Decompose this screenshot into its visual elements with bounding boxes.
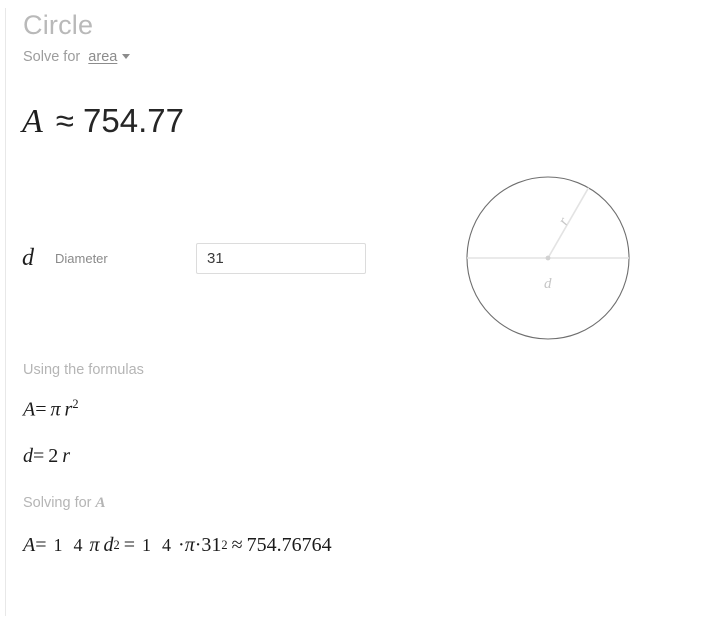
calculator-page: Circle Solve for area A ≈ 754.77 d Diamet… <box>0 0 721 626</box>
eq-dot-1: · <box>178 534 185 556</box>
solve-for-row: Solve for area <box>23 49 131 65</box>
solve-for-label: Solve for <box>23 49 81 65</box>
fraction-numerator: 1 <box>53 535 63 555</box>
eq-lhs: A <box>23 534 36 556</box>
circle-diagram: r d <box>450 160 650 360</box>
fraction-numerator: 1 <box>142 535 152 555</box>
chevron-down-icon[interactable] <box>122 54 131 59</box>
formula-diameter-r: r <box>62 445 71 467</box>
diameter-label: Diameter <box>55 251 108 266</box>
eq-d-exponent: 2 <box>113 537 120 552</box>
formula-diameter-lhs: d <box>23 445 33 467</box>
formula-area-pi: π <box>50 398 61 421</box>
left-divider <box>5 8 6 616</box>
fraction-one-quarter-a: 1 4 <box>51 535 86 555</box>
eq-result: 754.76764 <box>246 534 332 556</box>
solving-equation: A = 1 4 π d2 = 1 4 · π · 31 2 ≈ 754.76764 <box>23 535 332 555</box>
eq-equals-2: = <box>123 534 136 556</box>
formula-diameter-two: 2 <box>48 445 59 467</box>
formula-diameter-equals: = <box>33 445 45 467</box>
using-formulas-label: Using the formulas <box>23 362 144 378</box>
page-title: Circle <box>23 10 94 40</box>
solving-for-prefix: Solving for <box>23 495 92 511</box>
formula-area-exponent: 2 <box>72 397 79 411</box>
circle-diagram-svg: r d <box>466 176 630 340</box>
eq-dot-2: · <box>194 534 202 556</box>
formula-area: A= π r2 <box>23 398 79 420</box>
eq-pi-2: π <box>184 534 195 556</box>
eq-d: d <box>103 534 114 556</box>
eq-equals-1: = <box>35 534 47 556</box>
diameter-symbol: d <box>22 245 34 271</box>
fraction-denominator: 4 <box>73 535 83 555</box>
result-value: ≈ 754.77 <box>55 102 184 139</box>
fraction-one-quarter-b: 1 4 <box>139 535 174 555</box>
diameter-field-row: d Diameter <box>22 243 367 276</box>
fraction-denominator: 4 <box>162 535 172 555</box>
eq-base-exponent: 2 <box>221 537 228 552</box>
eq-approx-sign: ≈ <box>231 534 243 556</box>
formula-diameter: d= 2 r <box>23 446 70 466</box>
result-line: A ≈ 754.77 <box>22 104 184 139</box>
solve-for-dropdown[interactable]: area <box>88 49 117 65</box>
eq-base: 31 <box>201 534 222 556</box>
diameter-input[interactable] <box>196 243 366 274</box>
result-symbol: A <box>22 103 43 140</box>
formula-area-lhs: A <box>23 398 36 421</box>
solving-for-symbol: A <box>95 495 106 511</box>
diameter-label: d <box>544 276 552 292</box>
center-point <box>545 255 551 261</box>
solving-for-label: Solving for A <box>23 496 106 511</box>
formula-area-equals: = <box>35 398 47 421</box>
eq-pi-1: π <box>89 534 100 556</box>
